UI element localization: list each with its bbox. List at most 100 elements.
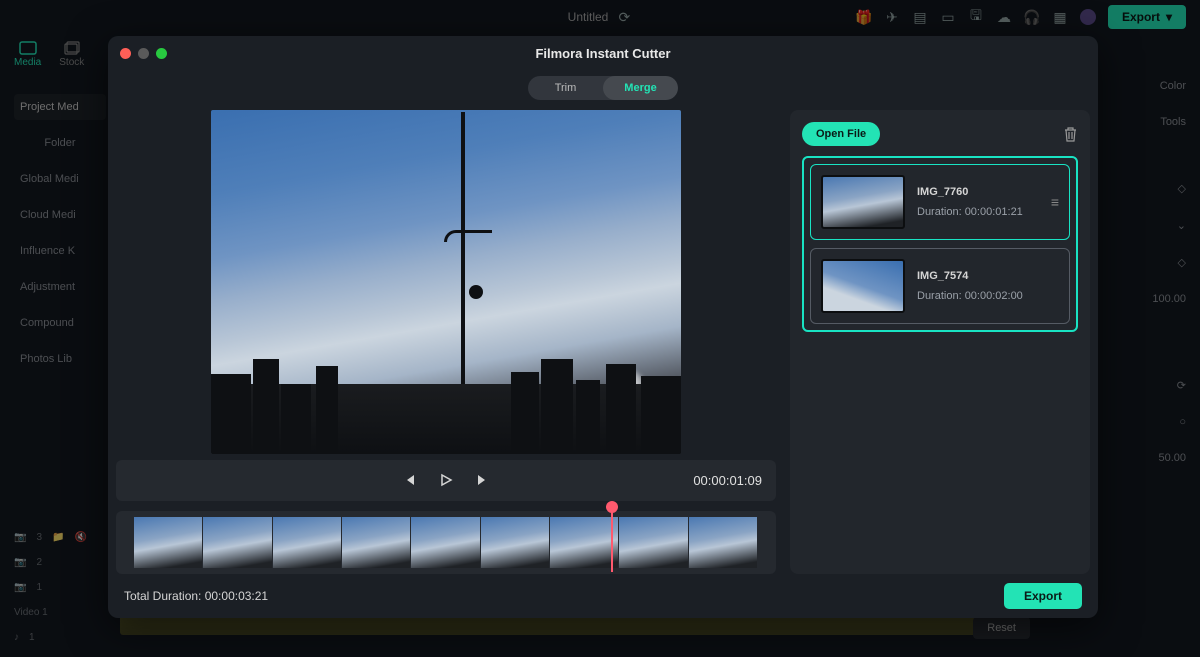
playback-controls: 00:00:01:09 [116,460,776,501]
filmstrip-thumb [342,517,411,568]
chevron-down-icon: ▾ [1166,10,1172,24]
track-num: 1 [36,582,42,593]
file-name: IMG_7760 [917,186,1023,198]
music-icon: ♪ [14,632,19,643]
filmstrip-thumb [550,517,619,568]
track-num: 2 [36,557,42,568]
prev-frame-button[interactable] [403,473,417,487]
headset-icon[interactable]: 🎧 [1024,9,1040,25]
file-thumbnail [821,175,905,229]
filmstrip[interactable] [116,511,776,574]
sidebar-item-global[interactable]: Global Medi [14,166,106,192]
cloud-icon[interactable]: ☁ [996,9,1012,25]
modal-title: Filmora Instant Cutter [535,46,670,61]
avatar[interactable] [1080,9,1096,25]
camera-icon: 📷 [14,532,26,543]
sidebar-item-adjustment[interactable]: Adjustment [14,274,106,300]
stock-icon [64,41,80,55]
file-card-0[interactable]: IMG_7760 Duration: 00:00:01:21 ≡ [810,164,1070,240]
filmstrip-thumb [411,517,480,568]
preview-pane: 00:00:01:09 [116,110,776,574]
file-name: IMG_7574 [917,270,1023,282]
sidebar-item-cloud[interactable]: Cloud Medi [14,202,106,228]
file-duration: Duration: 00:00:01:21 [917,206,1023,218]
trash-icon [1063,126,1078,142]
next-frame-button[interactable] [475,473,489,487]
filmstrip-thumb [273,517,342,568]
project-title: Untitled [568,10,609,24]
zoom-window-button[interactable] [156,48,167,59]
sidebar-item-compound[interactable]: Compound [14,310,106,336]
camera-icon: 📷 [14,582,26,593]
filmstrip-thumb [481,517,550,568]
playhead[interactable] [611,507,613,572]
instant-cutter-modal: Filmora Instant Cutter Trim Merge [108,36,1098,618]
drag-handle-icon[interactable]: ≡ [1051,194,1059,210]
folder-icon: 📁 [52,532,64,543]
export-top-label: Export [1122,10,1160,24]
sidebar-item-folder[interactable]: Folder [14,130,106,156]
export-top-button[interactable]: Export ▾ [1108,5,1186,29]
video-track-label: Video 1 [14,607,104,618]
apps-icon[interactable]: ▦ [1052,9,1068,25]
send-icon[interactable]: ✈ [884,9,900,25]
tab-media[interactable]: Media [14,41,41,68]
mode-segmented-control: Trim Merge [528,76,678,100]
cloud-sync-icon[interactable]: ⟳ [616,9,632,25]
audio-track-1[interactable]: ♪1 [14,632,104,643]
right-panel: Color Tools ◇ ⌄ ◇ 100.00 ⟳ ○ 50.00 [1116,80,1186,464]
timeline-clip[interactable] [120,615,980,635]
track-2[interactable]: 📷2 [14,557,104,568]
app-topbar: Untitled ⟳ 🎁 ✈ ▤ ▭ 🖫 ☁ 🎧 ▦ Export ▾ [0,0,1200,34]
gift-icon[interactable]: 🎁 [856,9,872,25]
close-window-button[interactable] [120,48,131,59]
export-button[interactable]: Export [1004,583,1082,609]
notes-icon[interactable]: ▤ [912,9,928,25]
track-num: 3 [36,532,42,543]
total-duration: Total Duration: 00:00:03:21 [124,589,268,603]
minimize-window-button[interactable] [138,48,149,59]
filmstrip-thumb [619,517,688,568]
tab-trim[interactable]: Trim [528,76,603,100]
track-1[interactable]: 📷1 [14,582,104,593]
reset-button[interactable]: Reset [973,617,1030,639]
modal-titlebar: Filmora Instant Cutter [108,36,1098,70]
sidebar-item-project[interactable]: Project Med [14,94,106,120]
right-tab-tools[interactable]: Tools [1160,116,1186,128]
delete-button[interactable] [1063,126,1078,142]
tab-media-label: Media [14,57,41,68]
diamond-icon[interactable]: ◇ [1178,256,1186,269]
tab-stock-label: Stock [59,57,84,68]
tab-merge[interactable]: Merge [603,76,678,100]
file-group: IMG_7760 Duration: 00:00:01:21 ≡ IMG_757… [802,156,1078,332]
save-icon[interactable]: 🖫 [968,9,984,25]
filmstrip-thumb [134,517,203,568]
value-50: 50.00 [1158,452,1186,464]
modal-footer: Total Duration: 00:00:03:21 Export [108,574,1098,618]
chevron-down-icon[interactable]: ⌄ [1177,219,1186,232]
diamond-icon[interactable]: ◇ [1178,182,1186,195]
mute-icon: 🔇 [74,532,86,543]
filmstrip-thumb [689,517,758,568]
right-tab-color[interactable]: Color [1160,80,1186,92]
refresh-icon[interactable]: ⟳ [1177,379,1186,392]
video-preview[interactable] [211,110,681,454]
file-list-pane: Open File IMG_7760 Duration: 00:00:01:21… [790,110,1090,574]
file-duration: Duration: 00:00:02:00 [917,290,1023,302]
filmstrip-thumb [203,517,272,568]
file-card-1[interactable]: IMG_7574 Duration: 00:00:02:00 [810,248,1070,324]
timecode: 00:00:01:09 [693,473,762,488]
tab-stock[interactable]: Stock [59,41,84,68]
track-num: 1 [29,632,35,643]
sidebar-item-influence[interactable]: Influence K [14,238,106,264]
media-icon [19,41,37,55]
screen-icon[interactable]: ▭ [940,9,956,25]
circle-icon[interactable]: ○ [1179,416,1186,428]
open-file-button[interactable]: Open File [802,122,880,146]
sidebar-item-photos[interactable]: Photos Lib [14,346,106,372]
value-100: 100.00 [1152,293,1186,305]
camera-icon: 📷 [14,557,26,568]
track-3[interactable]: 📷 3 📁 🔇 [14,532,104,543]
play-button[interactable] [439,473,453,487]
track-labels: 📷3📁🔇 📷2 📷1 Video 1 ♪1 [14,532,104,643]
